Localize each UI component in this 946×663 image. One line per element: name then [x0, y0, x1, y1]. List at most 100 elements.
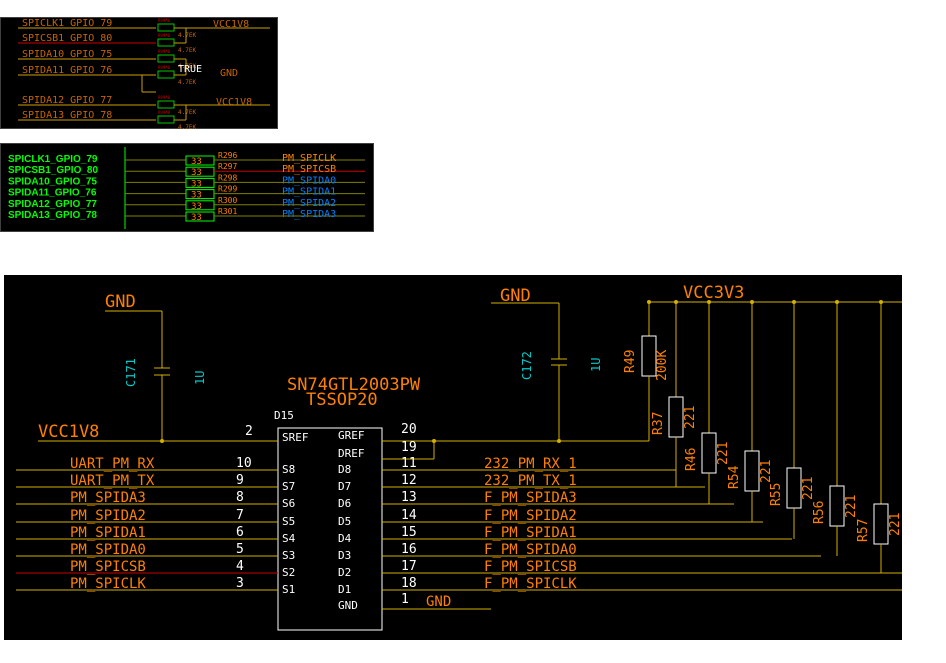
resistor-ref: R99A0	[158, 18, 171, 23]
resistor-ref: R298	[218, 173, 237, 182]
resistor-body	[786, 467, 802, 509]
net-label-left: SPICSB1_GPIO_80	[22, 33, 112, 44]
net-label-left: PM_SPIDA2	[70, 508, 146, 524]
gnd-label: GND	[105, 292, 136, 312]
ic-pin-number: 15	[401, 525, 417, 540]
cap-ref: C171	[124, 358, 138, 387]
net-label-right: PM_SPIDA2	[282, 198, 336, 209]
resistor-value: 4.7EK	[178, 32, 196, 39]
resistor-value: 4.7EK	[178, 109, 196, 116]
power-label-vcc1v8: VCC1V8	[38, 422, 99, 442]
ic-pin-number: 13	[401, 490, 417, 505]
ic-pin-number: 19	[401, 440, 417, 455]
net-label-left: SPIDA13_GPIO_78	[22, 110, 112, 121]
resistor-ref: R300	[218, 196, 237, 205]
ic-pin-name: D6	[338, 497, 351, 510]
ic-refdes: D15	[274, 409, 294, 422]
ic-pin-name: D7	[338, 480, 351, 493]
resistor-value: 200K	[655, 350, 670, 381]
ic-pin-number: 12	[401, 473, 417, 488]
resistor-ref: R56	[812, 501, 827, 524]
resistor-ref: R55	[769, 483, 784, 506]
resistor-value: 33	[191, 202, 202, 212]
gnd-label: GND	[426, 594, 451, 610]
resistor-body	[157, 115, 175, 124]
net-label-right: F_PM_SPIDA1	[484, 525, 577, 541]
ic-pin-name: D5	[338, 515, 351, 528]
resistor-body	[873, 503, 889, 545]
ic-pin-number: 14	[401, 508, 417, 523]
junction-dot	[160, 439, 164, 443]
net-label-left: PM_SPICSB	[70, 559, 146, 575]
net-label-left: SPIDA12_GPIO_77	[8, 199, 97, 210]
power-label-vcc3v3: VCC3V3	[683, 283, 744, 303]
resistor-body	[157, 54, 175, 63]
ic-pin-number: 8	[236, 490, 244, 505]
ic-pin-number: 2	[245, 424, 253, 439]
ic-pin-number: 7	[236, 508, 244, 523]
resistor-ref: R301	[218, 207, 237, 216]
level-shifter-diagram: SN74GTL2003PWTSSOP20D15SREF2VCC1V8S810UA…	[16, 283, 903, 631]
gnd-label: GND	[220, 68, 238, 79]
net-label-left: SPIDA13_GPIO_78	[8, 210, 97, 221]
ic-pin-name: S5	[282, 515, 295, 528]
net-label-right: F_PM_SPIDA0	[484, 542, 577, 558]
resistor-ref: R37	[651, 412, 666, 435]
net-label-left: SPIDA11_GPIO_76	[22, 65, 112, 76]
resistor-body	[668, 396, 684, 438]
net-label-left: PM_SPIDA3	[70, 490, 146, 506]
net-label-right: PM_SPIDA1	[282, 187, 336, 198]
resistor-body	[701, 432, 717, 474]
resistor-value: 221	[716, 442, 731, 465]
resistor-ref: R296	[218, 151, 237, 160]
ic-pin-name: S3	[282, 549, 295, 562]
cap-value: 1U	[589, 358, 603, 372]
resistor-value: 221	[888, 513, 902, 536]
net-label-right: 232_PM_TX_1	[484, 473, 577, 489]
resistor-body	[157, 38, 175, 47]
dnp-label: TRUE	[178, 64, 202, 75]
ic-pin-name: D4	[338, 532, 352, 545]
resistor-ref: R297	[218, 162, 237, 171]
ic-body	[277, 427, 383, 631]
ic-pin-name: S7	[282, 480, 295, 493]
ic-pin-number: 4	[236, 559, 244, 574]
net-label-left: SPIDA11_GPIO_76	[8, 188, 97, 199]
ic-pin-name: S8	[282, 463, 295, 476]
net-label-right: PM_SPICLK	[282, 153, 336, 164]
resistor-body	[641, 335, 657, 377]
net-label-left: SPIDA10_GPIO_75	[22, 49, 112, 60]
ic-package: TSSOP20	[306, 390, 378, 410]
net-label-left: UART_PM_RX	[70, 456, 155, 472]
net-label-right: PM_SPIDA3	[282, 209, 336, 220]
schematic-main-level-shifter: SN74GTL2003PW TSSOP20 D15 SREF 2 VCC1V8 S8 10 UA…	[4, 275, 903, 640]
resistor-value: 221	[801, 477, 816, 500]
ic-pin-number: 3	[236, 576, 244, 591]
resistor-value: 33	[191, 179, 202, 189]
resistor-ref: R99A0	[158, 110, 171, 115]
resistor-value: 33	[191, 191, 202, 201]
resistor-ref: R99A0	[158, 65, 171, 70]
net-label-right: F_PM_SPIDA2	[484, 508, 577, 524]
power-label-bottom: VCC1V8	[216, 97, 252, 108]
resistor-value: 221	[844, 495, 859, 518]
net-label-right: PM_SPIDA0	[282, 175, 336, 186]
net-label-left: SPIDA12_GPIO_77	[22, 95, 112, 106]
net-label-right: 232_PM_RX_1	[484, 456, 577, 472]
ic-pin-name: D1	[338, 583, 351, 596]
resistor-body	[829, 485, 845, 527]
ic-pin-name: S4	[282, 532, 296, 545]
ic-pin-number: 6	[236, 525, 244, 540]
net-label-right: F_PM_SPIDA3	[484, 490, 577, 506]
resistor-value: 4.7EK	[178, 79, 196, 86]
ic-pin-name: GND	[338, 599, 358, 612]
ic-pin-number: 11	[401, 456, 417, 471]
resistor-ref: R99A0	[158, 95, 171, 100]
resistor-value: 221	[683, 406, 698, 429]
resistor-ref: R57	[856, 519, 871, 542]
net-label-left: SPICLK1_GPIO_79	[8, 154, 98, 165]
resistor-value: 4.7EK	[178, 47, 196, 54]
net-label-left: PM_SPIDA0	[70, 542, 146, 558]
resistor-ref: R49	[623, 350, 638, 373]
net-label-left: SPICSB1_GPIO_80	[8, 165, 98, 176]
